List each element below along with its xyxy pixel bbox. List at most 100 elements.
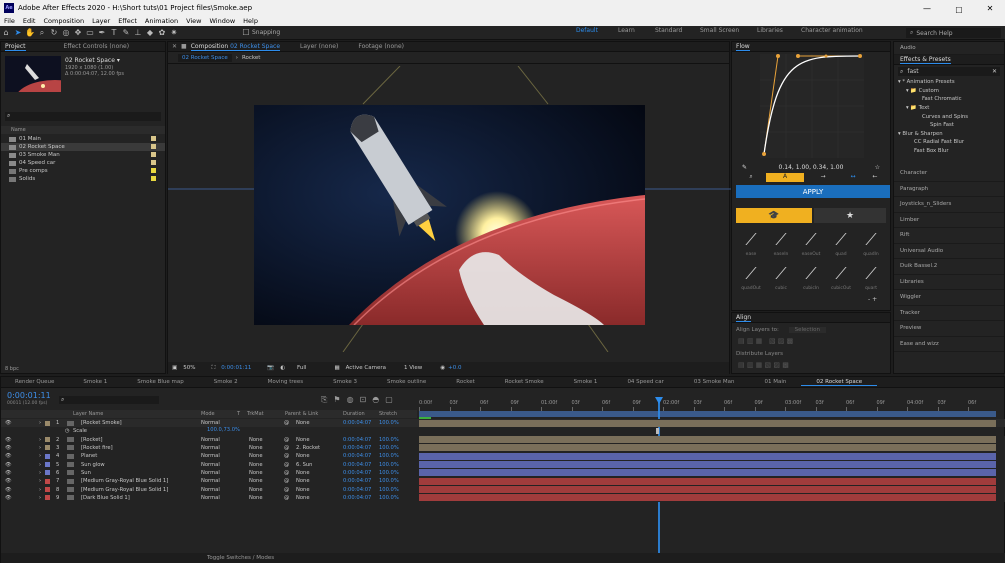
label-color-swatch[interactable] [151, 152, 156, 157]
project-item[interactable]: Pre comps [1, 167, 165, 175]
layer-parent-dropdown[interactable]: 6. Sun [296, 462, 312, 468]
column-t[interactable]: T [237, 411, 240, 417]
label-color-swatch[interactable] [151, 160, 156, 165]
snapping-checkbox[interactable]: ☐ [241, 28, 251, 38]
flow-mode-a-button[interactable]: A [766, 173, 804, 182]
layer-stretch[interactable]: 100.0% [379, 487, 399, 493]
parent-pickwhip-icon[interactable]: @ [284, 478, 289, 484]
layer-label-color[interactable] [45, 453, 50, 459]
type-tool-icon[interactable]: T [109, 28, 119, 38]
project-item[interactable]: 02 Rocket Space [1, 143, 165, 151]
views-dropdown[interactable]: 1 View [404, 365, 422, 371]
menu-layer[interactable]: Layer [88, 17, 114, 25]
flow-preset-cubicout[interactable]: ⟋ cubicOut [826, 262, 856, 296]
align-to-dropdown[interactable]: Selection [788, 327, 826, 333]
close-icon[interactable]: ✕ [172, 43, 177, 50]
flow-preset-cubic[interactable]: ⟋ cubic [766, 262, 796, 296]
timeline-tab[interactable]: 02 Rocket Space [801, 379, 878, 386]
visibility-eye-icon[interactable]: 👁 [5, 437, 12, 443]
layer-mode-dropdown[interactable]: Normal [201, 453, 220, 459]
timeline-tab[interactable]: Rocket [441, 379, 490, 385]
column-parent[interactable]: Parent & Link [285, 411, 318, 417]
layer-label-color[interactable] [45, 437, 50, 443]
timeline-layer-row[interactable]: 👁 › 2 [Rocket] Normal None @ None 0:00:04:07 100.… [1, 435, 1005, 444]
roto-brush-icon[interactable]: ✿ [157, 28, 167, 38]
shape-tool-icon[interactable]: ▭ [85, 28, 95, 38]
label-color-swatch[interactable] [151, 168, 156, 173]
scale-value[interactable]: 100.0,73.0% [207, 427, 240, 433]
layer-duration-bar[interactable] [419, 444, 996, 452]
layer-mode-dropdown[interactable]: Normal [201, 487, 220, 493]
layer-parent-dropdown[interactable]: None [296, 420, 310, 426]
layer-name[interactable]: [Rocket] [81, 437, 103, 443]
layer-parent-dropdown[interactable]: None [296, 437, 310, 443]
layer-duration-bar[interactable] [419, 460, 996, 468]
comp-nav-next[interactable]: Rocket [242, 55, 261, 61]
project-item[interactable]: 04 Speed car [1, 159, 165, 167]
workspace-character-animation[interactable]: Character animation [801, 27, 863, 34]
layer-mode-dropdown[interactable]: Normal [201, 437, 220, 443]
menu-edit[interactable]: Edit [19, 17, 40, 25]
layer-name[interactable]: [Rocket Smoke] [81, 420, 122, 426]
effects-tree-item[interactable]: ▾ Blur & Sharpen [894, 130, 1004, 139]
workspace-standard[interactable]: Standard [655, 27, 682, 34]
flow-left-arrow-icon[interactable]: ← [864, 173, 886, 182]
panel-tracker[interactable]: Tracker [894, 306, 1004, 321]
layer-expand-icon[interactable]: › [39, 478, 41, 484]
distribute-buttons[interactable]: ▤ ▥ ▦ ▧ ▨ ▩ [738, 361, 789, 369]
visibility-eye-icon[interactable]: 👁 [5, 487, 12, 493]
layer-mode-dropdown[interactable]: Normal [201, 420, 220, 426]
layer-name[interactable]: Planet [81, 453, 97, 459]
layer-trkmat-dropdown[interactable]: None [249, 470, 263, 476]
effects-tree-item[interactable]: ▾ * Animation Presets [894, 78, 1004, 87]
timeline-tab[interactable]: Render Queue [1, 379, 68, 385]
visibility-eye-icon[interactable]: 👁 [5, 462, 12, 468]
workspace-libraries[interactable]: Libraries [757, 27, 783, 34]
tab-align[interactable]: Align [736, 314, 752, 322]
resolution-dropdown[interactable]: Full [297, 365, 306, 371]
selection-tool-icon[interactable]: ➤ [13, 28, 23, 38]
camera-tool-icon[interactable]: ◎ [61, 28, 71, 38]
menu-effect[interactable]: Effect [114, 17, 141, 25]
timeline-switch-icons[interactable]: ⎘⚑◍⊡◓▢ [321, 395, 399, 405]
hand-tool-icon[interactable]: ✋ [25, 28, 35, 38]
panel-wiggler[interactable]: Wiggler [894, 290, 1004, 306]
flow-preset-quart[interactable]: ⟋ quart [856, 262, 886, 296]
tab-effects-presets[interactable]: Effects & Presets [900, 56, 951, 64]
zoom-tool-icon[interactable]: ⌕ [37, 28, 47, 38]
flow-preset-easeout[interactable]: ⟋ easeOut [796, 228, 826, 262]
flow-preset-ease[interactable]: ⟋ ease [736, 228, 766, 262]
visibility-eye-icon[interactable]: 👁 [5, 445, 12, 451]
layer-mode-dropdown[interactable]: Normal [201, 470, 220, 476]
camera-dropdown[interactable]: Active Camera [346, 365, 386, 371]
project-item[interactable]: 01 Main [1, 135, 165, 143]
audio-panel-header[interactable]: Audio [894, 42, 1004, 55]
tab-project[interactable]: Project [5, 43, 26, 51]
flow-preset-quadin[interactable]: ⟋ quadIn [856, 228, 886, 262]
panel-libraries[interactable]: Libraries [894, 275, 1004, 290]
layer-name[interactable]: [Rocket fire] [81, 445, 113, 451]
layer-label-color[interactable] [45, 478, 50, 484]
layer-expand-icon[interactable]: › [39, 470, 41, 476]
layer-duration-bar[interactable] [419, 494, 996, 502]
layer-duration-bar[interactable] [419, 469, 996, 477]
timeline-tab[interactable]: Smoke 1 [68, 379, 122, 385]
visibility-eye-icon[interactable]: 👁 [5, 420, 12, 426]
layer-label-color[interactable] [45, 420, 50, 426]
column-mode[interactable]: Mode [201, 411, 215, 417]
clear-search-icon[interactable]: ✕ [992, 68, 997, 75]
layer-name[interactable]: [Dark Blue Solid 1] [81, 495, 130, 501]
column-duration[interactable]: Duration [343, 411, 365, 417]
snapshot-icon[interactable]: 📷 [267, 365, 274, 371]
parent-pickwhip-icon[interactable]: @ [284, 445, 289, 451]
flow-preset-easein[interactable]: ⟋ easeIn [766, 228, 796, 262]
layer-label-color[interactable] [45, 470, 50, 476]
column-layer-name[interactable]: Layer Name [73, 411, 103, 417]
clone-stamp-icon[interactable]: ⊥ [133, 28, 143, 38]
flow-preset-quadout[interactable]: ⟋ quadOut [736, 262, 766, 296]
panel-universal-audio[interactable]: Universal Audio [894, 244, 1004, 259]
effects-tree-item[interactable]: Spin Fast [894, 121, 1004, 130]
timeline-layer-row[interactable]: 👁 › 4 Planet Normal None @ None 0:00:04:07 100.0% [1, 452, 1005, 461]
layer-name[interactable]: [Medium Gray-Royal Blue Solid 1] [81, 478, 168, 484]
layer-mode-dropdown[interactable]: Normal [201, 462, 220, 468]
